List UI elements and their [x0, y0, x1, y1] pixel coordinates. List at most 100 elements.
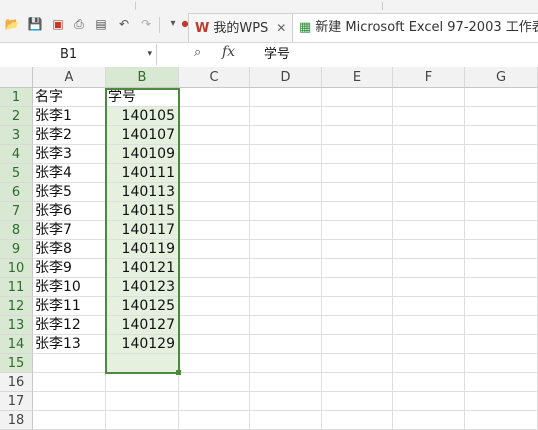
cell-d15[interactable]	[250, 354, 322, 373]
tab-excel-file[interactable]: ▦新建 Microsoft Excel 97-2003 工作表.xls	[292, 13, 538, 42]
cell-b12[interactable]: 140125	[106, 297, 179, 316]
cell-e1[interactable]	[322, 88, 393, 107]
cell-d9[interactable]	[250, 240, 322, 259]
cell-g6[interactable]	[465, 183, 538, 202]
cell-f1[interactable]	[393, 88, 465, 107]
cell-d13[interactable]	[250, 316, 322, 335]
cell-a16[interactable]	[33, 373, 106, 392]
row-header[interactable]: 16	[0, 373, 33, 392]
close-icon[interactable]: ✕	[276, 14, 286, 42]
cell-b9[interactable]: 140119	[106, 240, 179, 259]
cell-b2[interactable]: 140105	[106, 107, 179, 126]
row-header[interactable]: 15	[0, 354, 33, 373]
cell-e15[interactable]	[322, 354, 393, 373]
cell-f4[interactable]	[393, 145, 465, 164]
cell-e10[interactable]	[322, 259, 393, 278]
cell-c1[interactable]	[179, 88, 250, 107]
cell-a15[interactable]	[33, 354, 106, 373]
cell-g10[interactable]	[465, 259, 538, 278]
column-header-a[interactable]: A	[33, 67, 106, 88]
cell-b13[interactable]: 140127	[106, 316, 179, 335]
row-header[interactable]: 8	[0, 221, 33, 240]
column-header-f[interactable]: F	[393, 67, 465, 88]
row-header[interactable]: 10	[0, 259, 33, 278]
cell-b17[interactable]	[106, 392, 179, 411]
cell-a11[interactable]: 张李10	[33, 278, 106, 297]
cell-a7[interactable]: 张李6	[33, 202, 106, 221]
cell-g13[interactable]	[465, 316, 538, 335]
cell-e17[interactable]	[322, 392, 393, 411]
cell-a4[interactable]: 张李3	[33, 145, 106, 164]
cell-e2[interactable]	[322, 107, 393, 126]
formula-input[interactable]: 学号	[258, 44, 538, 65]
print-icon[interactable]: ⎙	[71, 16, 87, 32]
cell-f10[interactable]	[393, 259, 465, 278]
row-header[interactable]: 7	[0, 202, 33, 221]
row-header[interactable]: 11	[0, 278, 33, 297]
cell-g17[interactable]	[465, 392, 538, 411]
undo-icon[interactable]: ↶	[116, 16, 132, 32]
cell-a5[interactable]: 张李4	[33, 164, 106, 183]
cell-f14[interactable]	[393, 335, 465, 354]
row-header[interactable]: 17	[0, 392, 33, 411]
column-header-g[interactable]: G	[465, 67, 538, 88]
cell-d12[interactable]	[250, 297, 322, 316]
cell-a13[interactable]: 张李12	[33, 316, 106, 335]
cell-f15[interactable]	[393, 354, 465, 373]
cell-f5[interactable]	[393, 164, 465, 183]
cell-f16[interactable]	[393, 373, 465, 392]
cell-a17[interactable]	[33, 392, 106, 411]
cell-g11[interactable]	[465, 278, 538, 297]
cell-e14[interactable]	[322, 335, 393, 354]
pdf-icon[interactable]: ▣	[50, 16, 66, 32]
column-header-e[interactable]: E	[322, 67, 393, 88]
cell-b1[interactable]: 学号	[106, 88, 179, 107]
cell-g12[interactable]	[465, 297, 538, 316]
cell-f12[interactable]	[393, 297, 465, 316]
cell-c2[interactable]	[179, 107, 250, 126]
cell-d8[interactable]	[250, 221, 322, 240]
cell-c8[interactable]	[179, 221, 250, 240]
cell-c3[interactable]	[179, 126, 250, 145]
cell-f18[interactable]	[393, 411, 465, 430]
cell-d1[interactable]	[250, 88, 322, 107]
cell-b10[interactable]: 140121	[106, 259, 179, 278]
cell-c16[interactable]	[179, 373, 250, 392]
cell-b4[interactable]: 140109	[106, 145, 179, 164]
cell-b14[interactable]: 140129	[106, 335, 179, 354]
name-box[interactable]: B1 ▾	[0, 44, 157, 65]
cell-d7[interactable]	[250, 202, 322, 221]
cell-f2[interactable]	[393, 107, 465, 126]
cell-d4[interactable]	[250, 145, 322, 164]
cell-g4[interactable]	[465, 145, 538, 164]
cell-c7[interactable]	[179, 202, 250, 221]
cell-b3[interactable]: 140107	[106, 126, 179, 145]
select-all-corner[interactable]	[0, 67, 33, 88]
cell-f7[interactable]	[393, 202, 465, 221]
cell-a12[interactable]: 张李11	[33, 297, 106, 316]
column-header-b[interactable]: B	[106, 67, 179, 88]
cell-d18[interactable]	[250, 411, 322, 430]
cell-a1[interactable]: 名字	[33, 88, 106, 107]
cell-g5[interactable]	[465, 164, 538, 183]
cell-b5[interactable]: 140111	[106, 164, 179, 183]
cell-c5[interactable]	[179, 164, 250, 183]
cell-d5[interactable]	[250, 164, 322, 183]
cell-g7[interactable]	[465, 202, 538, 221]
cell-g1[interactable]	[465, 88, 538, 107]
cell-c13[interactable]	[179, 316, 250, 335]
cell-f13[interactable]	[393, 316, 465, 335]
cell-d6[interactable]	[250, 183, 322, 202]
column-header-d[interactable]: D	[250, 67, 322, 88]
cell-d11[interactable]	[250, 278, 322, 297]
cell-g9[interactable]	[465, 240, 538, 259]
cell-c4[interactable]	[179, 145, 250, 164]
cell-c10[interactable]	[179, 259, 250, 278]
cell-e7[interactable]	[322, 202, 393, 221]
cell-c14[interactable]	[179, 335, 250, 354]
row-header[interactable]: 3	[0, 126, 33, 145]
row-header[interactable]: 18	[0, 411, 33, 430]
cell-e12[interactable]	[322, 297, 393, 316]
preview-icon[interactable]: ▤	[93, 16, 109, 32]
cell-g3[interactable]	[465, 126, 538, 145]
